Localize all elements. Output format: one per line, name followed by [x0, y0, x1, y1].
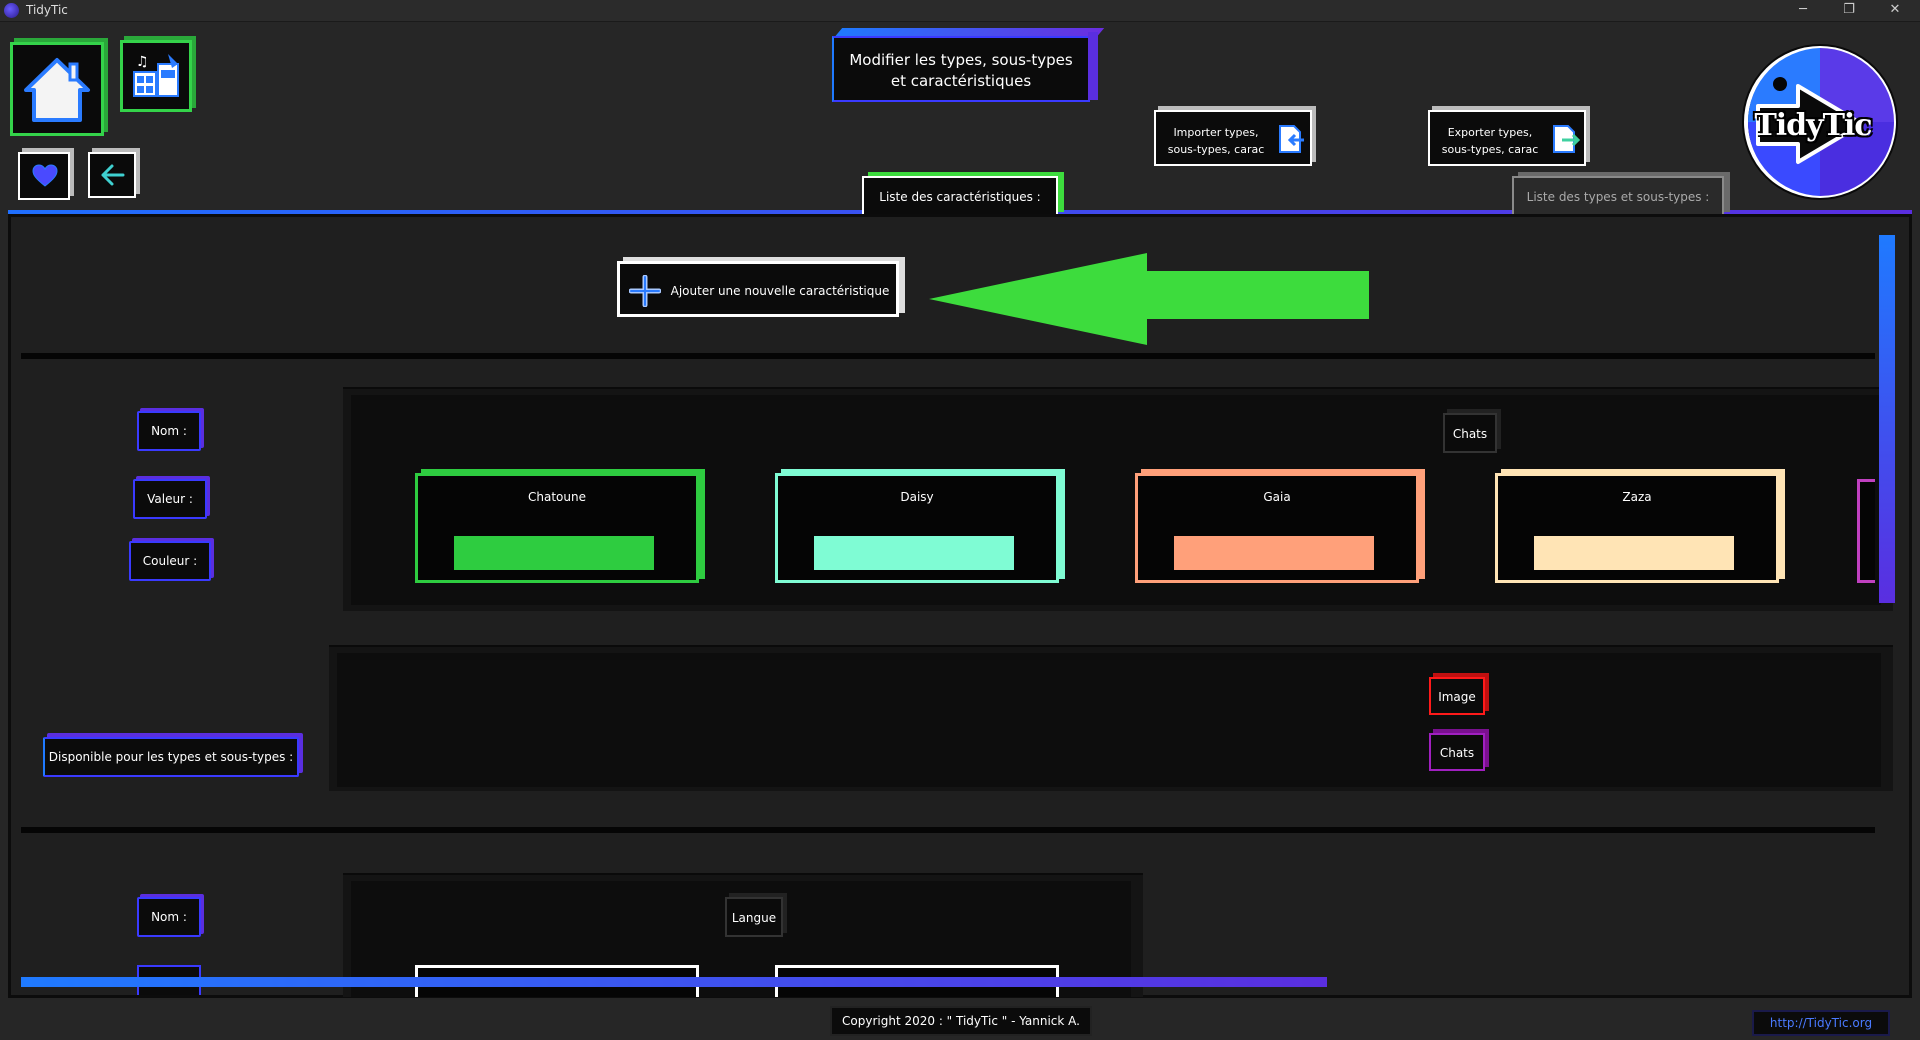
home-button[interactable]: [10, 38, 108, 136]
page-title-box: Modifier les types, sous-types et caract…: [832, 28, 1105, 104]
copyright: Copyright 2020 : " TidyTic " - Yannick A…: [830, 1006, 1092, 1036]
tab-characteristics-label: Liste des caractéristiques :: [879, 190, 1041, 204]
page-title-line1: Modifier les types, sous-types: [849, 51, 1073, 69]
available-panel: [337, 653, 1881, 787]
import-button[interactable]: Importer types, sous-types, carac: [1154, 106, 1318, 168]
export-line2: sous-types, carac: [1441, 143, 1539, 156]
export-label: Exporter types, sous-types, carac: [1434, 124, 1546, 158]
separator: [21, 827, 1875, 833]
value-card-daisy[interactable]: Daisy: [775, 473, 1059, 583]
import-label: Importer types, sous-types, carac: [1160, 124, 1272, 158]
app-icon: [4, 3, 19, 18]
color-label: Couleur :: [129, 541, 211, 581]
horizontal-scrollbar[interactable]: [21, 977, 1327, 987]
value-card-zaza[interactable]: Zaza: [1495, 473, 1779, 583]
page-title: Modifier les types, sous-types et caract…: [832, 50, 1090, 92]
color-swatch: [454, 536, 654, 570]
characteristic-name-value: Chats: [1452, 427, 1488, 441]
characteristics-list-panel[interactable]: Ajouter une nouvelle caractéristique Nom…: [8, 214, 1912, 998]
characteristic-name-2[interactable]: Langue: [725, 893, 789, 937]
color-swatch: [1534, 536, 1734, 570]
type-tag-chats[interactable]: Chats: [1429, 729, 1491, 773]
minimize-button[interactable]: ─: [1780, 0, 1826, 22]
name-label-2: Nom :: [137, 897, 201, 937]
color-swatch: [1174, 536, 1374, 570]
page-title-line2: et caractéristiques: [890, 72, 1032, 90]
value-card-chatoune[interactable]: Chatoune: [415, 473, 699, 583]
heart-icon: [32, 164, 58, 187]
value-label: Valeur :: [133, 479, 207, 519]
logo-text: TidyTic: [1754, 108, 1872, 143]
green-arrow-icon: [929, 253, 1369, 345]
media-library-button[interactable]: ♫: [120, 38, 196, 114]
characteristic-name[interactable]: Chats: [1443, 409, 1503, 453]
tab-characteristics[interactable]: Liste des caractéristiques :: [862, 172, 1066, 220]
import-line1: Importer types,: [1173, 126, 1259, 139]
close-button[interactable]: ✕: [1872, 0, 1918, 22]
window-titlebar: TidyTic ─ ❐ ✕: [0, 0, 1920, 22]
favorites-button[interactable]: [18, 148, 74, 200]
tidytic-logo: TidyTic: [1738, 40, 1902, 204]
media-icon: ♫: [133, 54, 179, 97]
color-swatch: [814, 536, 1014, 570]
type-tag-label: Chats: [1439, 746, 1475, 760]
value-card-gaia[interactable]: Gaia: [1135, 473, 1419, 583]
separator: [21, 353, 1875, 359]
website-link[interactable]: http://TidyTic.org: [1752, 1010, 1890, 1036]
available-types-label: Disponible pour les types et sous-types …: [43, 737, 299, 777]
vertical-scrollbar[interactable]: [1879, 235, 1895, 603]
value-name: Daisy: [900, 490, 934, 504]
add-characteristic-button[interactable]: Ajouter une nouvelle caractéristique: [617, 257, 907, 317]
svg-text:♫: ♫: [136, 54, 149, 70]
export-button[interactable]: Exporter types, sous-types, carac: [1428, 106, 1592, 168]
window-title: TidyTic: [26, 3, 68, 17]
tab-types-label: Liste des types et sous-types :: [1526, 190, 1710, 204]
type-tag-image[interactable]: Image: [1429, 673, 1491, 717]
export-line1: Exporter types,: [1447, 126, 1533, 139]
arrow-left-icon: [101, 164, 125, 186]
home-icon: [24, 58, 90, 122]
value-card-partial[interactable]: [1857, 479, 1875, 583]
export-icon: [1553, 125, 1580, 153]
tab-types[interactable]: Liste des types et sous-types :: [1512, 172, 1732, 220]
plus-icon: [629, 275, 661, 307]
import-icon: [1279, 125, 1304, 153]
add-button-label: Ajouter une nouvelle caractéristique: [670, 284, 890, 298]
value-name: Gaia: [1263, 490, 1291, 504]
value-name: Zaza: [1622, 490, 1652, 504]
name-label: Nom :: [137, 411, 201, 451]
back-button[interactable]: [88, 148, 140, 198]
value-name: Chatoune: [528, 490, 586, 504]
restore-button[interactable]: ❐: [1826, 0, 1872, 22]
import-line2: sous-types, carac: [1167, 143, 1265, 156]
characteristic-name-2-value: Langue: [731, 911, 777, 925]
type-tag-label: Image: [1438, 690, 1476, 704]
